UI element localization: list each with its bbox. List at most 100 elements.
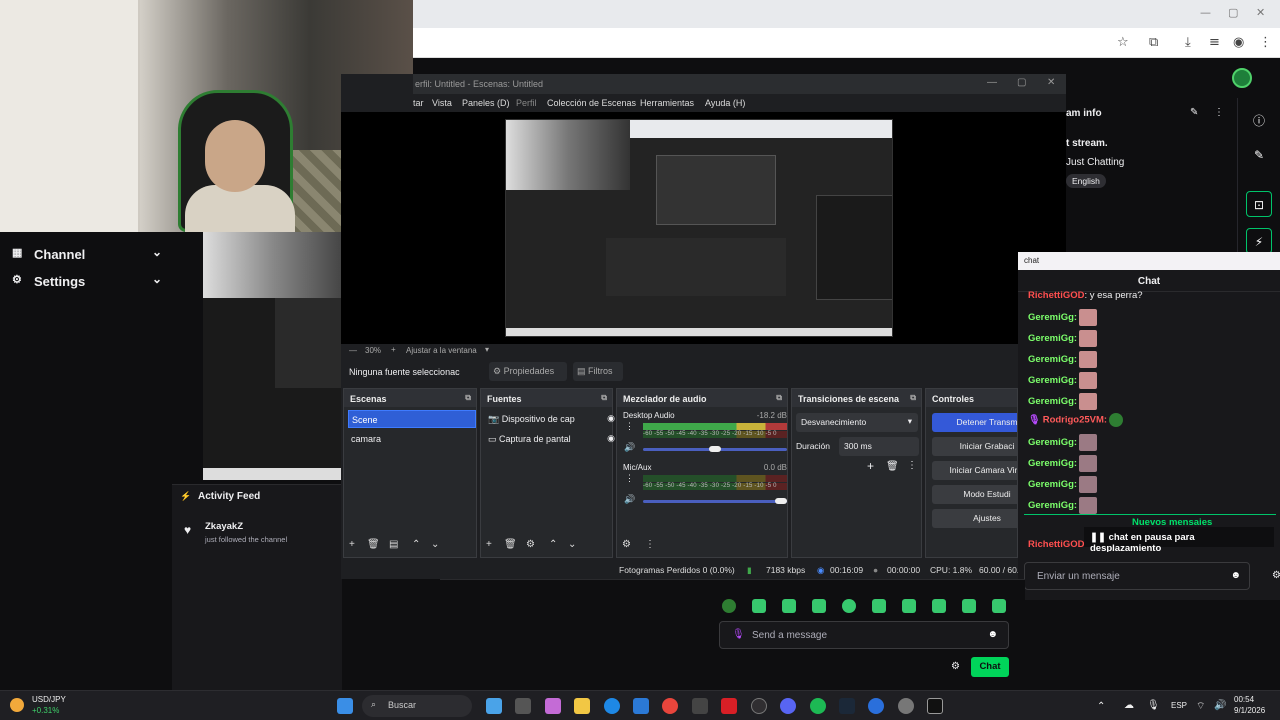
volume-handle[interactable] <box>709 446 721 452</box>
mic-icon[interactable]: 🎙 <box>1147 700 1160 711</box>
emote-icon[interactable] <box>902 599 916 613</box>
send-message-input[interactable]: 🎙 Send a message ☻ <box>719 621 1009 649</box>
add-icon[interactable]: + <box>486 539 492 550</box>
popout-icon[interactable]: ⧉ <box>910 393 916 403</box>
app-icon-store[interactable] <box>545 698 561 714</box>
app-icon[interactable] <box>868 698 884 714</box>
popout-icon[interactable]: ⧉ <box>601 393 607 403</box>
transition-select[interactable]: Desvanecimiento ▾ <box>796 413 918 432</box>
ticker-symbol[interactable]: USD/JPY <box>32 695 66 704</box>
taskbar-search[interactable]: ⌕ Buscar <box>362 695 472 717</box>
task-view-icon[interactable] <box>515 698 531 714</box>
language-indicator[interactable]: ESP <box>1171 701 1187 710</box>
app-icon[interactable] <box>633 698 649 714</box>
menu-item-perfil[interactable]: Perfil <box>516 98 537 108</box>
menu-icon[interactable]: ⋮ <box>1259 35 1272 50</box>
pencil-icon[interactable]: ✎ <box>1246 142 1272 168</box>
fit-to-window[interactable]: Ajustar a la ventana <box>406 346 477 355</box>
emote-icon[interactable] <box>812 599 826 613</box>
menu-item-ayuda[interactable]: Ayuda (H) <box>705 98 745 108</box>
add-icon[interactable]: + <box>867 459 874 473</box>
close-icon[interactable]: ✕ <box>1256 6 1265 19</box>
emote-icon[interactable] <box>932 599 946 613</box>
emote-icon[interactable] <box>722 599 736 613</box>
maximize-icon[interactable]: ▢ <box>1017 77 1026 88</box>
close-icon[interactable]: ✕ <box>1047 77 1055 88</box>
steam-icon[interactable] <box>839 698 855 714</box>
emote-icon[interactable] <box>752 599 766 613</box>
volume-handle[interactable] <box>775 498 787 504</box>
gear-icon[interactable]: ⚙ <box>526 539 535 550</box>
clip-icon[interactable]: ⊡ <box>1246 191 1272 217</box>
speaker-icon[interactable]: 🔊 <box>624 442 635 453</box>
chrome-icon[interactable] <box>662 698 678 714</box>
obs-icon[interactable] <box>751 698 767 714</box>
tag-badge[interactable]: English <box>1066 174 1106 188</box>
edge-icon[interactable] <box>604 698 620 714</box>
trash-icon[interactable]: 🗑 <box>367 539 380 550</box>
scene-item-scene[interactable]: Scene <box>348 410 476 428</box>
scene-item-camara[interactable]: camara <box>348 430 476 448</box>
minimize-icon[interactable]: — <box>987 77 997 88</box>
properties-button[interactable]: ⚙ Propiedades <box>489 362 567 381</box>
sidebar-item-channel[interactable]: ▦ Channel ⌄ <box>12 244 162 266</box>
browser-address-bar[interactable]: ☆ ⧉ ⤓ ≡ ◉ ⋮ <box>413 28 1280 58</box>
start-recording-button[interactable]: Iniciar Grabaci <box>932 437 1017 456</box>
profile-icon[interactable]: ◉ <box>1233 35 1244 50</box>
emote-picker-icon[interactable]: ☻ <box>987 629 998 640</box>
app-icon-copilot[interactable] <box>486 698 502 714</box>
zoom-in-icon[interactable]: + <box>391 345 396 354</box>
chat-paused-banner[interactable]: ❚❚ chat en pausa para desplazamiento <box>1084 527 1274 554</box>
game-icon[interactable] <box>927 698 943 714</box>
speaker-icon[interactable]: 🔊 <box>624 494 635 505</box>
network-icon[interactable]: ☁ <box>1124 700 1134 711</box>
duration-spinbox[interactable]: 300 ms <box>839 437 919 456</box>
kebab-icon[interactable]: ⋮ <box>625 473 634 484</box>
wifi-icon[interactable]: ⌔ <box>1196 700 1205 713</box>
chat-input[interactable]: Enviar un mensaje ☻ <box>1024 562 1250 590</box>
info-icon[interactable]: ⓘ <box>1246 106 1272 132</box>
clock-time[interactable]: 00:54 <box>1234 695 1254 704</box>
trash-icon[interactable]: 🗑 <box>886 461 899 472</box>
file-explorer-icon[interactable] <box>574 698 590 714</box>
move-down-icon[interactable]: ⌄ <box>568 539 576 550</box>
move-down-icon[interactable]: ⌄ <box>431 539 439 550</box>
popout-icon[interactable]: ⧉ <box>776 393 782 403</box>
menu-item-herramientas[interactable]: Herramientas <box>640 98 694 108</box>
emote-icon[interactable] <box>992 599 1006 613</box>
weather-icon[interactable] <box>10 698 24 712</box>
kebab-icon[interactable]: ⋮ <box>907 460 917 471</box>
source-item-screen[interactable]: ▭ Captura de pantal ◉ <box>485 430 615 448</box>
zoom-out-icon[interactable]: — <box>349 346 357 355</box>
gear-icon[interactable]: ⚙ <box>622 539 631 550</box>
filter-icon[interactable]: ▤ <box>389 539 398 550</box>
volume-icon[interactable]: 🔊 <box>1214 700 1226 711</box>
trash-icon[interactable]: 🗑 <box>504 539 517 550</box>
gear-icon[interactable]: ⚙ <box>951 661 960 672</box>
kebab-icon[interactable]: ⋮ <box>625 421 634 432</box>
emote-icon[interactable] <box>782 599 796 613</box>
emote-picker-icon[interactable]: ☻ <box>1230 570 1241 581</box>
bolt-icon[interactable]: ⚡ <box>1246 228 1272 254</box>
settings-icon[interactable] <box>898 698 914 714</box>
obs-preview-canvas[interactable] <box>505 119 893 337</box>
kebab-icon[interactable]: ⋮ <box>645 539 655 550</box>
eye-icon[interactable]: ◉ <box>607 433 615 444</box>
popout-icon[interactable]: ⧉ <box>465 393 471 403</box>
gear-icon[interactable]: ⚙ <box>1272 570 1280 581</box>
avatar[interactable] <box>1232 68 1252 88</box>
volume-slider[interactable] <box>643 498 787 504</box>
menu-item-paneles[interactable]: Paneles (D) <box>462 98 510 108</box>
tab-search-icon[interactable]: ⧉ <box>1149 35 1158 50</box>
emote-icon[interactable] <box>842 599 856 613</box>
add-icon[interactable]: + <box>349 539 355 550</box>
filters-button[interactable]: ▤ Filtros <box>573 362 623 381</box>
move-up-icon[interactable]: ⌃ <box>549 539 557 550</box>
kebab-icon[interactable]: ⋮ <box>1214 107 1224 118</box>
eye-icon[interactable]: ◉ <box>607 413 615 424</box>
discord-icon[interactable] <box>780 698 796 714</box>
studio-mode-button[interactable]: Modo Estudi <box>932 485 1017 504</box>
bookmark-star-icon[interactable]: ☆ <box>1117 35 1129 50</box>
stop-stream-button[interactable]: Detener Transm <box>932 413 1017 432</box>
menu-item-vista[interactable]: Vista <box>432 98 452 108</box>
